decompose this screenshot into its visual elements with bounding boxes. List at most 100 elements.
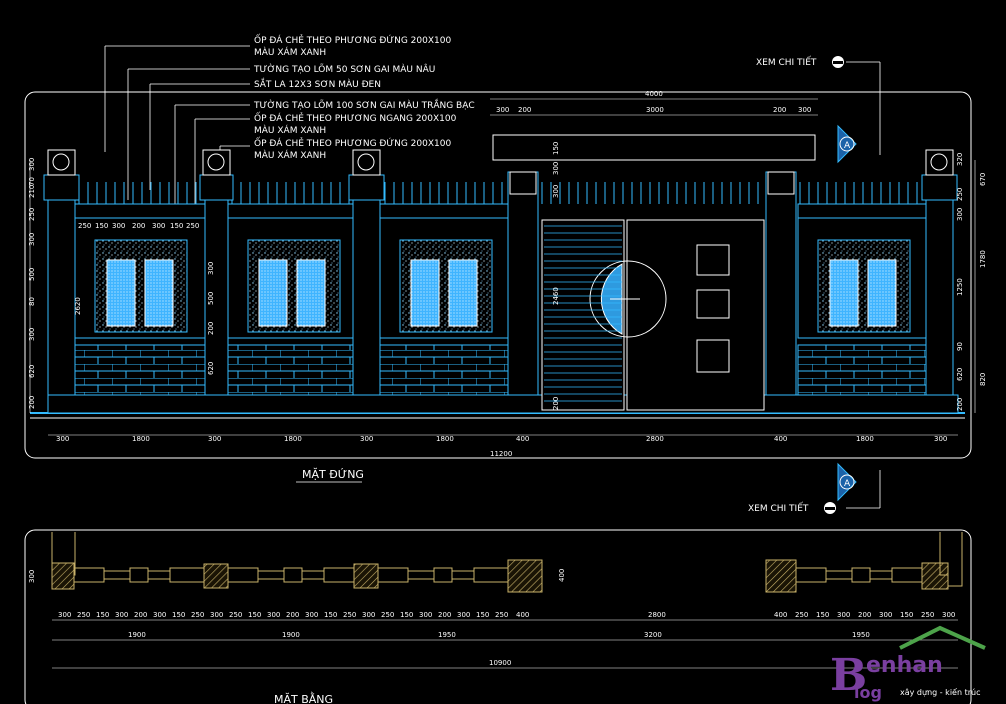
main-gate xyxy=(492,134,816,411)
dim-left-vertical: 300 xyxy=(28,158,36,171)
plan-detail-dims: 300 250 150 300 200 300 150 250 300 250 150 300 200 3… xyxy=(58,611,955,619)
section-marker-letter-2: A xyxy=(844,479,851,489)
gate-top-dims: 4000 300 200 3000 200 300 xyxy=(496,90,811,114)
section-marker-bottom[interactable]: A xyxy=(837,462,857,502)
dim-gate-total: 4000 xyxy=(645,90,663,98)
dim-right-vertical: 670 xyxy=(979,173,987,186)
dim-plan-detail: 300 xyxy=(153,611,166,619)
dim-plan-detail: 150 xyxy=(248,611,261,619)
section-marker-top[interactable]: A xyxy=(837,124,857,164)
detail-callout-label: XEM CHI TIẾT xyxy=(756,56,817,68)
fence-panel-4 xyxy=(797,217,927,396)
dim-plan-detail: 150 xyxy=(476,611,489,619)
detail-callout-label-2: XEM CHI TIẾT xyxy=(748,502,809,514)
dim-bottom-segment: 1800 xyxy=(132,435,150,443)
fence-panel-3 xyxy=(379,217,509,396)
dim-left-vertical: 300 xyxy=(28,233,36,246)
dim-plan-total: 10900 xyxy=(489,659,511,667)
dim-gate-base: 200 xyxy=(552,397,560,410)
dim-right-vertical: 820 xyxy=(979,373,987,386)
fence-railing-pickets xyxy=(51,182,954,204)
dim-left-vertical: 620 xyxy=(28,365,36,378)
annotation-8: ỐP ĐÁ CHẺ THEO PHƯƠNG ĐỨNG 200X100 xyxy=(254,136,451,149)
dim-bottom-segment: 2800 xyxy=(646,435,664,443)
dim-panel-top: 250 xyxy=(78,222,91,230)
dim-bottom-segment: 1800 xyxy=(436,435,454,443)
dim-right-vertical: 1250 xyxy=(956,278,964,296)
dim-plan-detail: 400 xyxy=(774,611,787,619)
dim-plan-detail: 400 xyxy=(516,611,529,619)
dim-plan-detail: 2800 xyxy=(648,611,666,619)
dim-plan-wall: 300 xyxy=(28,570,36,583)
elevation-title: MẶT ĐỨNG xyxy=(302,468,364,481)
dim-plan-detail: 250 xyxy=(191,611,204,619)
annotation-6: ỐP ĐÁ CHẺ THEO PHƯƠNG NGANG 200X100 xyxy=(254,111,457,124)
dim-left-vertical: 210 xyxy=(28,185,36,198)
dim-panel-height: 500 xyxy=(207,292,215,305)
dim-plan-detail: 250 xyxy=(77,611,90,619)
section-marker-letter: A xyxy=(844,141,851,151)
annotation-2: MÀU XÁM XANH xyxy=(254,46,326,58)
dim-plan-detail: 150 xyxy=(900,611,913,619)
logo-tagline: xây dựng - kiến trúc xyxy=(900,687,980,698)
dim-right-vertical: 300 xyxy=(956,208,964,221)
dim-panel-top: 300 xyxy=(152,222,165,230)
dim-gate-pillar: 300 xyxy=(552,162,560,175)
dim-plan-detail: 300 xyxy=(419,611,432,619)
dim-plan-detail: 250 xyxy=(343,611,356,619)
annotation-4: SẮT LA 12X3 SƠN MÀU ĐEN xyxy=(254,77,381,90)
dim-panel-height: 620 xyxy=(207,362,215,375)
dim-elevation-total: 11200 xyxy=(490,450,512,458)
panel-top-dims: 250 150 300 200 300 150 250 xyxy=(78,222,199,230)
dim-plan-detail: 150 xyxy=(816,611,829,619)
dim-plan-detail: 200 xyxy=(438,611,451,619)
dim-panel-height: 300 xyxy=(207,262,215,275)
dim-plan-detail: 200 xyxy=(134,611,147,619)
annotation-7: MÀU XÁM XANH xyxy=(254,124,326,136)
dim-gate-leaf: 2460 xyxy=(552,287,560,305)
dim-panel-top: 250 xyxy=(186,222,199,230)
dim-left-vertical: 300 xyxy=(28,328,36,341)
dim-plan-group: 1950 xyxy=(438,631,456,639)
annotation-3: TƯỜNG TẠO LÕM 50 SƠN GAI MÀU NÂU xyxy=(253,63,435,75)
annotation-list: ỐP ĐÁ CHẺ THEO PHƯƠNG ĐỨNG 200X100 MÀU X… xyxy=(253,33,475,161)
dim-left-vertical: 250 xyxy=(28,208,36,221)
dim-plan-detail: 300 xyxy=(837,611,850,619)
dim-plan-detail: 300 xyxy=(362,611,375,619)
dim-bottom-segment: 400 xyxy=(774,435,787,443)
dim-gate-sub-1: 300 xyxy=(496,106,509,114)
dim-bottom-segment: 300 xyxy=(360,435,373,443)
dim-plan-detail: 150 xyxy=(400,611,413,619)
dim-right-vertical: 1780 xyxy=(979,250,987,268)
detail-callout-bottom[interactable]: XEM CHI TIẾT xyxy=(748,502,836,514)
dim-gate-pillar: 300 xyxy=(552,185,560,198)
dim-right-vertical: 620 xyxy=(956,368,964,381)
elevation-bottom-dims: 300 1800 300 1800 300 1800 400 2800 400 1800 300 xyxy=(56,435,947,443)
dim-bottom-segment: 300 xyxy=(208,435,221,443)
plan-walls xyxy=(51,532,963,593)
fence-panel-2 xyxy=(227,217,354,396)
dim-bottom-segment: 400 xyxy=(516,435,529,443)
dim-bottom-segment: 1800 xyxy=(856,435,874,443)
dim-plan-detail: 150 xyxy=(172,611,185,619)
dim-gate-sub-2: 200 xyxy=(518,106,531,114)
dim-panel-top: 200 xyxy=(132,222,145,230)
dim-plan-detail: 250 xyxy=(381,611,394,619)
dim-plan-detail: 300 xyxy=(210,611,223,619)
dim-gate-sub-4: 200 xyxy=(773,106,786,114)
dim-bottom-segment: 1800 xyxy=(284,435,302,443)
fence-panel-1 xyxy=(74,217,206,396)
dim-panel-height: 200 xyxy=(207,322,215,335)
dim-left-vertical: 500 xyxy=(28,268,36,281)
dim-panel-top: 300 xyxy=(112,222,125,230)
dim-plan-detail: 300 xyxy=(267,611,280,619)
plan-title: MẶT BẰNG xyxy=(274,692,333,704)
dim-left-vertical: 80 xyxy=(28,297,36,306)
detail-callout-top[interactable]: XEM CHI TIẾT xyxy=(756,56,844,68)
dim-plan-group: 1950 xyxy=(852,631,870,639)
blenhan-logo: B enhan log xây dựng - kiến trúc xyxy=(830,625,986,702)
dim-plan-detail: 300 xyxy=(879,611,892,619)
left-vertical-dims: 3007021025030050080300620200 xyxy=(28,158,36,409)
dim-right-vertical: 90 xyxy=(956,342,964,351)
annotation-9: MÀU XÁM XANH xyxy=(254,149,326,161)
